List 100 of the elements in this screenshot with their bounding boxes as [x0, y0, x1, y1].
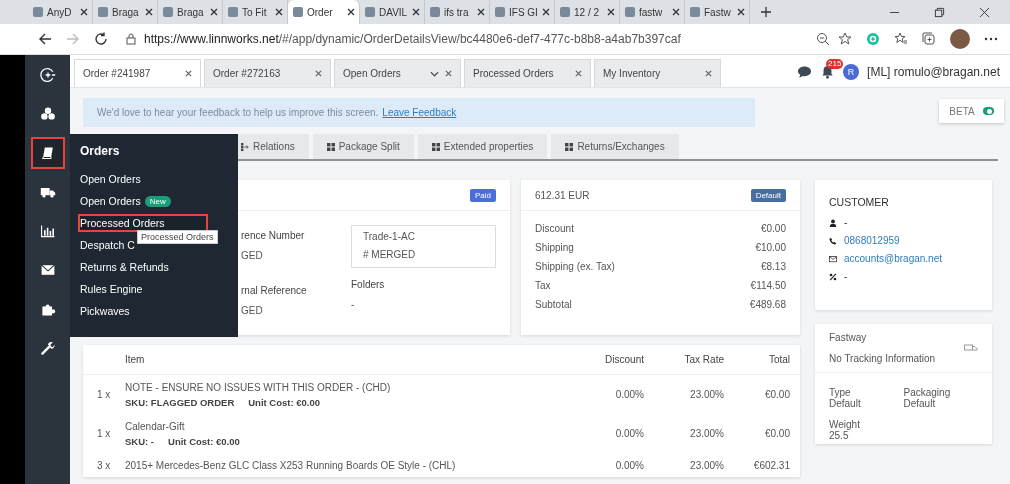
- menu-item[interactable]: Processed Orders: [78, 214, 208, 232]
- new-tab-icon[interactable]: [760, 6, 772, 18]
- discount-cell-text: 0.00%: [614, 428, 644, 439]
- zoom-icon[interactable]: [816, 32, 830, 46]
- field-label: rnal Reference: [241, 285, 308, 296]
- field-value: 25.5: [829, 430, 849, 441]
- profile-avatar[interactable]: [950, 29, 970, 49]
- item-sku: SKU: FLAGGED ORDER: [125, 396, 235, 408]
- customer-title: CUSTOMER: [829, 196, 890, 208]
- plus-circle-icon: [39, 67, 56, 83]
- page-icon: [97, 6, 109, 18]
- chat-icon[interactable]: [797, 65, 813, 79]
- total-label: Discount: [535, 223, 574, 234]
- total-value: €10.00: [755, 242, 786, 253]
- item-name: NOTE - ENSURE NO ISSUES WITH THIS ORDER - (CHD): [125, 381, 392, 393]
- discount-cell-text: 0.00%: [614, 459, 644, 471]
- contact-text: -: [844, 271, 848, 282]
- chevron-down-icon[interactable]: [430, 70, 439, 77]
- close-icon[interactable]: [672, 8, 680, 16]
- tax-rate-cell-text: 23.00%: [689, 428, 724, 439]
- envelope-icon: [39, 262, 56, 278]
- beta-toggle[interactable]: BETA: [939, 99, 1004, 123]
- total-label: Shipping (ex. Tax): [535, 261, 615, 272]
- user-avatar[interactable]: R: [843, 64, 860, 80]
- page-icon: [32, 6, 44, 18]
- section-tab[interactable]: Extended properties: [417, 134, 548, 159]
- menu-item[interactable]: Open Orders: [80, 194, 141, 208]
- collections-icon[interactable]: [922, 32, 936, 46]
- total-label: Shipping: [535, 242, 574, 253]
- restore-icon[interactable]: [934, 6, 945, 18]
- order-amount: 612.31 EUR: [535, 189, 590, 201]
- section-tab[interactable]: Package Split: [312, 134, 414, 159]
- item-sku: SKU: -: [125, 435, 155, 447]
- page-icon: [624, 6, 636, 18]
- menu-item[interactable]: Pickwaves: [80, 304, 130, 318]
- field-value: Default: [829, 398, 862, 409]
- reload-icon[interactable]: [94, 32, 108, 46]
- close-icon[interactable]: [347, 8, 355, 16]
- carrier-name: Fastway: [829, 332, 868, 343]
- tooltip: Processed Orders: [137, 230, 218, 244]
- close-icon[interactable]: [979, 6, 990, 18]
- user-menu[interactable]: [ML] romulo@bragan.net: [867, 65, 1000, 79]
- page-tab[interactable]: Order #272163: [204, 59, 331, 87]
- favorites-icon[interactable]: [894, 32, 908, 46]
- section-tab[interactable]: Returns/Exchanges: [551, 134, 679, 159]
- close-icon[interactable]: [210, 8, 218, 16]
- sidebar-item[interactable]: [30, 137, 65, 169]
- menu-item[interactable]: Returns & Refunds: [80, 260, 169, 274]
- close-icon[interactable]: [275, 8, 283, 16]
- close-icon[interactable]: [80, 8, 88, 16]
- column-header: Discount: [604, 354, 644, 365]
- close-icon[interactable]: [412, 8, 420, 16]
- close-icon[interactable]: [737, 8, 745, 16]
- bell-icon[interactable]: [820, 65, 836, 79]
- star-icon[interactable]: [838, 32, 852, 46]
- total-cell-text: €0.00: [763, 428, 790, 439]
- feedback-text: We'd love to hear your feedback to help us improve this screen.: [97, 107, 379, 118]
- contact-link[interactable]: 0868012959: [844, 235, 900, 246]
- close-icon[interactable]: [185, 70, 192, 77]
- page-icon: [559, 6, 571, 18]
- total-label: Tax: [535, 280, 551, 291]
- grid-icon: [565, 142, 574, 151]
- column-header: Total: [767, 354, 790, 365]
- close-icon[interactable]: [607, 8, 615, 16]
- page-tab[interactable]: Order #241987: [74, 59, 201, 87]
- contact-link[interactable]: accounts@bragan.net: [844, 253, 942, 264]
- quantity-cell-text: 1 x: [96, 428, 112, 439]
- feedback-link[interactable]: Leave Feedback: [382, 107, 457, 118]
- browser-tab[interactable]: Order: [288, 0, 360, 24]
- cubes-icon: [39, 106, 56, 122]
- field-value: GED: [241, 250, 264, 261]
- page-icon: [162, 6, 174, 18]
- page-tab[interactable]: Open Orders: [334, 59, 461, 87]
- field-label: Weight: [829, 419, 861, 430]
- truck-icon: [964, 344, 978, 352]
- menu-title: Orders: [80, 144, 121, 158]
- field-label: rence Number: [241, 230, 306, 241]
- page-tab[interactable]: My Inventory: [594, 59, 721, 87]
- menu-item[interactable]: Despatch C: [80, 238, 135, 252]
- envelope-icon: [829, 254, 837, 263]
- page-icon: [364, 6, 376, 18]
- currency-badge: Default: [750, 188, 786, 202]
- back-icon[interactable]: [38, 32, 52, 46]
- notification-badge: 215: [826, 59, 844, 69]
- close-icon[interactable]: [542, 8, 550, 16]
- menu-item[interactable]: Rules Engine: [80, 282, 143, 296]
- tree-icon: [241, 142, 249, 151]
- close-icon[interactable]: [477, 8, 485, 16]
- close-icon[interactable]: [145, 8, 153, 16]
- field-value: -: [351, 299, 356, 310]
- total-label: Subtotal: [535, 299, 572, 310]
- book-icon: [39, 145, 56, 161]
- toggle-switch[interactable]: [982, 107, 994, 115]
- menu-item[interactable]: Open Orders: [80, 172, 141, 186]
- person-icon: [829, 218, 837, 227]
- contact-text: -: [844, 217, 848, 228]
- total-value: €8.13: [760, 261, 786, 272]
- tax-rate-cell-text: 23.00%: [689, 459, 724, 471]
- status-badge: Paid: [470, 188, 496, 202]
- page-tab[interactable]: Processed Orders: [464, 59, 591, 87]
